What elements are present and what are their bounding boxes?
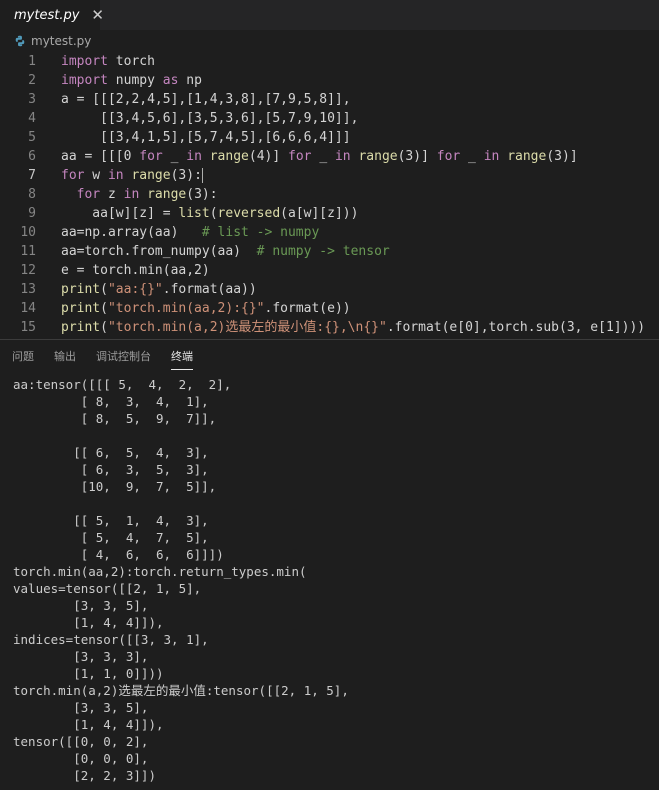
line-number: 1 xyxy=(28,54,36,69)
code-line[interactable]: 10 aa=np.array(aa) # list -> numpy xyxy=(0,223,659,242)
code-line[interactable]: 13 print("aa:{}".format(aa)) xyxy=(0,280,659,299)
editor-tab-bar: mytest.py ✕ xyxy=(0,0,659,30)
code-line[interactable]: 7 for w in range(3): xyxy=(0,166,659,185)
line-number: 5 xyxy=(28,130,36,145)
code-line[interactable]: 3 a = [[[2,2,4,5],[1,4,3,8],[7,9,5,8]], xyxy=(0,90,659,109)
close-icon[interactable]: ✕ xyxy=(91,6,104,24)
code-text: print("aa:{}".format(aa)) xyxy=(61,282,257,297)
code-line[interactable]: 2 import numpy as np xyxy=(0,71,659,90)
code-text: e = torch.min(aa,2) xyxy=(61,263,210,278)
line-number: 15 xyxy=(20,320,36,335)
python-icon xyxy=(15,35,25,47)
tab-mytest-py[interactable]: mytest.py ✕ xyxy=(0,0,104,30)
code-line[interactable]: 4 [[3,4,5,6],[3,5,3,6],[5,7,9,10]], xyxy=(0,109,659,128)
code-text: print("torch.min(a,2)选最左的最小值:{},\n{}".fo… xyxy=(61,320,646,335)
terminal-output[interactable]: aa:tensor([[[ 5, 4, 2, 2], [ 8, 3, 4, 1]… xyxy=(0,376,659,784)
code-text: aa[w][z] = list(reversed(a[w][z])) xyxy=(61,206,359,221)
line-number: 9 xyxy=(28,206,36,221)
line-number: 11 xyxy=(20,244,36,259)
line-number: 8 xyxy=(28,187,36,202)
line-number: 10 xyxy=(20,225,36,240)
line-number: 12 xyxy=(20,263,36,278)
code-text: aa=np.array(aa) # list -> numpy xyxy=(61,225,320,240)
code-line[interactable]: 14 print("torch.min(aa,2):{}".format(e)) xyxy=(0,299,659,318)
code-line[interactable]: 6 aa = [[[0 for _ in range(4)] for _ in r… xyxy=(0,147,659,166)
code-line[interactable]: 1 import torch xyxy=(0,52,659,71)
line-number: 6 xyxy=(28,149,36,164)
code-editor[interactable]: 1 import torch 2 import numpy as np 3 a = [[[… xyxy=(0,52,659,339)
line-number: 13 xyxy=(20,282,36,297)
line-number: 14 xyxy=(20,301,36,316)
code-text: a = [[[2,2,4,5],[1,4,3,8],[7,9,5,8]], xyxy=(61,92,351,107)
code-line[interactable]: 9 aa[w][z] = list(reversed(a[w][z])) xyxy=(0,204,659,223)
breadcrumb: mytest.py xyxy=(0,30,659,52)
panel-tab[interactable]: 问题 xyxy=(12,342,34,370)
code-text: [[3,4,5,6],[3,5,3,6],[5,7,9,10]], xyxy=(61,111,359,126)
panel-tab-bar: 问题 输出 调试控制台 终端 xyxy=(0,340,659,372)
code-text: for w in range(3): xyxy=(61,168,203,183)
panel-tab[interactable]: 终端 xyxy=(171,342,193,370)
code-line[interactable]: 12 e = torch.min(aa,2) xyxy=(0,261,659,280)
code-line[interactable]: 8 for z in range(3): xyxy=(0,185,659,204)
panel-tab[interactable]: 输出 xyxy=(54,342,76,370)
breadcrumb-file[interactable]: mytest.py xyxy=(31,34,91,48)
line-number: 7 xyxy=(28,168,36,183)
line-number: 3 xyxy=(28,92,36,107)
line-number: 4 xyxy=(28,111,36,126)
code-text: for z in range(3): xyxy=(76,187,218,202)
code-text: print("torch.min(aa,2):{}".format(e)) xyxy=(61,301,351,316)
code-text: aa=torch.from_numpy(aa) # numpy -> tenso… xyxy=(61,244,390,259)
code-text: [[3,4,1,5],[5,7,4,5],[6,6,6,4]]] xyxy=(61,130,351,145)
code-text: import torch xyxy=(61,54,155,69)
line-number: 2 xyxy=(28,73,36,88)
panel-tab[interactable]: 调试控制台 xyxy=(96,342,151,370)
tab-title: mytest.py xyxy=(14,7,80,23)
code-line[interactable]: 15 print("torch.min(a,2)选最左的最小值:{},\n{}".… xyxy=(0,318,659,337)
code-text: aa = [[[0 for _ in range(4)] for _ in ra… xyxy=(61,149,578,164)
code-line[interactable]: 5 [[3,4,1,5],[5,7,4,5],[6,6,6,4]]] xyxy=(0,128,659,147)
code-line[interactable]: 11 aa=torch.from_numpy(aa) # numpy -> ten… xyxy=(0,242,659,261)
code-text: import numpy as np xyxy=(61,73,202,88)
